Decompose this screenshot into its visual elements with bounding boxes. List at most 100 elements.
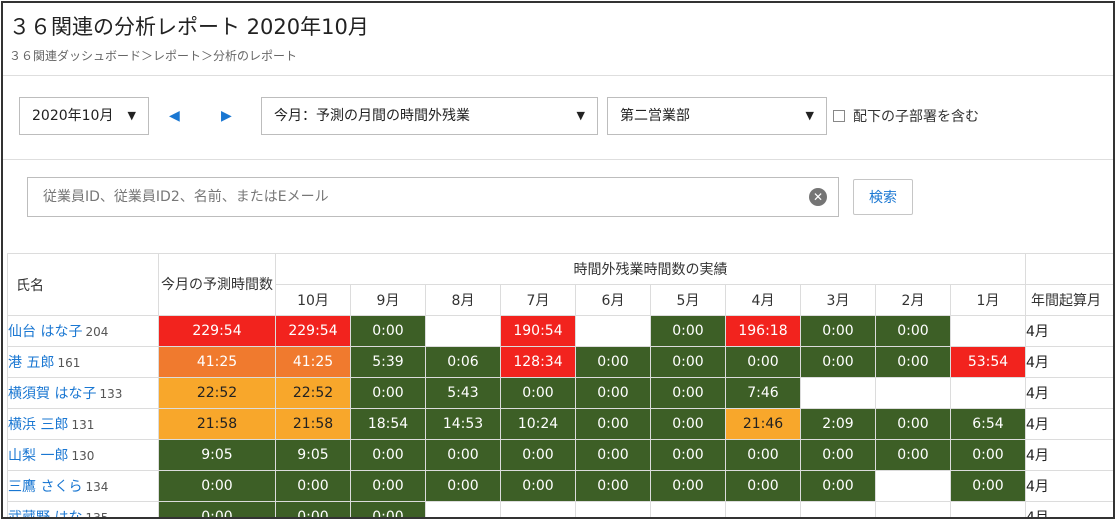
overtime-hours-cell: 0:00 [725, 346, 801, 378]
column-header-month[interactable]: 9月 [350, 284, 426, 316]
employee-cell: 港 五郎 161 [7, 346, 159, 378]
overtime-hours-cell: 0:00 [800, 439, 876, 471]
table-row: 横須賀 はな子 133 22:52 22:52 0:00 5:43 0:00 0:00 0:00… [7, 377, 1113, 409]
forecast-hours-cell: 229:54 [158, 315, 276, 347]
overtime-hours-cell: 0:00 [800, 346, 876, 378]
department-select[interactable]: 第二営業部 ▼ [607, 97, 827, 135]
column-header-month[interactable]: 3月 [800, 284, 876, 316]
overtime-hours-cell: 0:00 [575, 346, 651, 378]
employee-id: 134 [85, 480, 109, 494]
employee-name-link[interactable]: 仙台 はな子 [9, 324, 83, 340]
breadcrumb[interactable]: ３６関連ダッシュボード＞レポート＞分析のレポート [9, 47, 297, 64]
report-type-select[interactable]: 今月：予測の月間の時間外残業 ▼ [261, 97, 598, 135]
column-header-month[interactable]: 10月 [275, 284, 351, 316]
overtime-hours-cell: 0:00 [350, 315, 426, 347]
overtime-hours-cell [800, 501, 876, 517]
include-sub-label: 配下の子部署を含む [853, 109, 979, 125]
clear-icon[interactable]: ✕ [809, 188, 827, 206]
overtime-hours-cell: 41:25 [275, 346, 351, 378]
search-input[interactable] [27, 177, 839, 217]
employee-name-link[interactable]: 横浜 三郎 [9, 417, 69, 433]
employee-cell: 横須賀 はな子 133 [7, 377, 159, 409]
overtime-hours-cell: 0:00 [350, 377, 426, 409]
divider [3, 75, 1113, 76]
search-button[interactable]: 検索 [853, 179, 913, 215]
table-row: 三鷹 さくら 134 0:00 0:00 0:00 0:00 0:00 0:00 0:00 0:0… [7, 470, 1113, 502]
overtime-hours-cell: 0:00 [575, 470, 651, 502]
column-header-month[interactable]: 4月 [725, 284, 801, 316]
overtime-hours-cell: 0:00 [725, 470, 801, 502]
overtime-hours-cell: 0:00 [800, 470, 876, 502]
employee-id: 131 [71, 418, 95, 432]
employee-name-link[interactable]: 三鷹 さくら [9, 479, 83, 495]
overtime-hours-cell: 0:00 [350, 439, 426, 471]
annual-start-month-cell: 4月 [1025, 501, 1113, 517]
overtime-hours-cell [725, 501, 801, 517]
overtime-hours-cell: 0:00 [575, 439, 651, 471]
overtime-hours-cell: 229:54 [275, 315, 351, 347]
overtime-hours-cell: 0:00 [500, 377, 576, 409]
employee-name-link[interactable]: 港 五郎 [9, 355, 55, 371]
employee-cell: 山梨 一郎 130 [7, 439, 159, 471]
column-header-month[interactable]: 1月 [950, 284, 1026, 316]
overtime-hours-cell: 0:00 [575, 408, 651, 440]
column-header-month[interactable]: 7月 [500, 284, 576, 316]
column-header-month[interactable]: 5月 [650, 284, 726, 316]
overtime-hours-cell: 0:00 [875, 315, 951, 347]
overtime-hours-cell [425, 315, 501, 347]
overtime-hours-cell: 0:00 [950, 470, 1026, 502]
annual-start-month-cell: 4月 [1025, 470, 1113, 502]
overtime-hours-cell [425, 501, 501, 517]
overtime-hours-cell: 0:00 [650, 346, 726, 378]
overtime-hours-cell: 0:00 [725, 439, 801, 471]
employee-name-link[interactable]: 山梨 一郎 [9, 448, 69, 464]
column-header-forecast[interactable]: 今月の予測時間数 [158, 253, 276, 316]
employee-id: 130 [71, 449, 95, 463]
overtime-hours-cell: 0:00 [950, 439, 1026, 471]
overtime-hours-cell: 22:52 [275, 377, 351, 409]
overtime-hours-cell: 14:53 [425, 408, 501, 440]
report-page: ３６関連の分析レポート 2020年10月 ３６関連ダッシュボード＞レポート＞分析… [1, 1, 1115, 519]
overtime-hours-cell: 0:00 [350, 501, 426, 517]
overtime-hours-cell: 0:00 [650, 377, 726, 409]
annual-start-month-cell: 4月 [1025, 439, 1113, 471]
employee-cell: 三鷹 さくら 134 [7, 470, 159, 502]
overtime-hours-cell: 0:00 [425, 439, 501, 471]
chevron-down-icon: ▼ [576, 109, 585, 122]
forecast-hours-cell: 21:58 [158, 408, 276, 440]
overtime-hours-cell: 0:06 [425, 346, 501, 378]
employee-name-link[interactable]: 武蔵野 はな [9, 510, 83, 517]
overtime-hours-cell: 196:18 [725, 315, 801, 347]
overtime-hours-cell: 2:09 [800, 408, 876, 440]
chevron-down-icon: ▼ [127, 109, 136, 122]
table-row: 仙台 はな子 204 229:54 229:54 0:00 190:54 0:00 196:1… [7, 315, 1113, 347]
overtime-hours-cell: 0:00 [425, 470, 501, 502]
next-month-icon[interactable]: ▶ [221, 108, 232, 124]
prev-month-icon[interactable]: ◀ [169, 108, 180, 124]
table-row: 港 五郎 161 41:25 41:25 5:39 0:06 128:34 0:00 0:00 0… [7, 346, 1113, 378]
column-header-month[interactable]: 2月 [875, 284, 951, 316]
department-value: 第二営業部 [620, 108, 690, 124]
overtime-hours-cell: 0:00 [500, 470, 576, 502]
overtime-hours-cell: 190:54 [500, 315, 576, 347]
overtime-hours-cell: 0:00 [875, 408, 951, 440]
column-header-name[interactable]: 氏名 [7, 253, 159, 316]
overtime-hours-cell [950, 315, 1026, 347]
include-sub-departments[interactable]: 配下の子部署を含む [833, 103, 979, 129]
column-header-month[interactable]: 8月 [425, 284, 501, 316]
overtime-hours-cell [950, 501, 1026, 517]
employee-cell: 横浜 三郎 131 [7, 408, 159, 440]
employee-name-link[interactable]: 横須賀 はな子 [9, 386, 97, 402]
forecast-hours-cell: 22:52 [158, 377, 276, 409]
overtime-hours-cell: 53:54 [950, 346, 1026, 378]
overtime-hours-cell: 0:00 [650, 408, 726, 440]
column-header-month[interactable]: 6月 [575, 284, 651, 316]
page-title: ３６関連の分析レポート 2020年10月 [9, 15, 369, 39]
month-select[interactable]: 2020年10月 ▼ [19, 97, 149, 135]
annual-start-month-cell: 4月 [1025, 315, 1113, 347]
employee-id: 133 [99, 387, 123, 401]
overtime-hours-cell: 0:00 [575, 377, 651, 409]
column-header-annual[interactable]: 年間起算月 [1025, 284, 1113, 316]
overtime-hours-cell [800, 377, 876, 409]
include-sub-checkbox[interactable] [833, 110, 845, 122]
